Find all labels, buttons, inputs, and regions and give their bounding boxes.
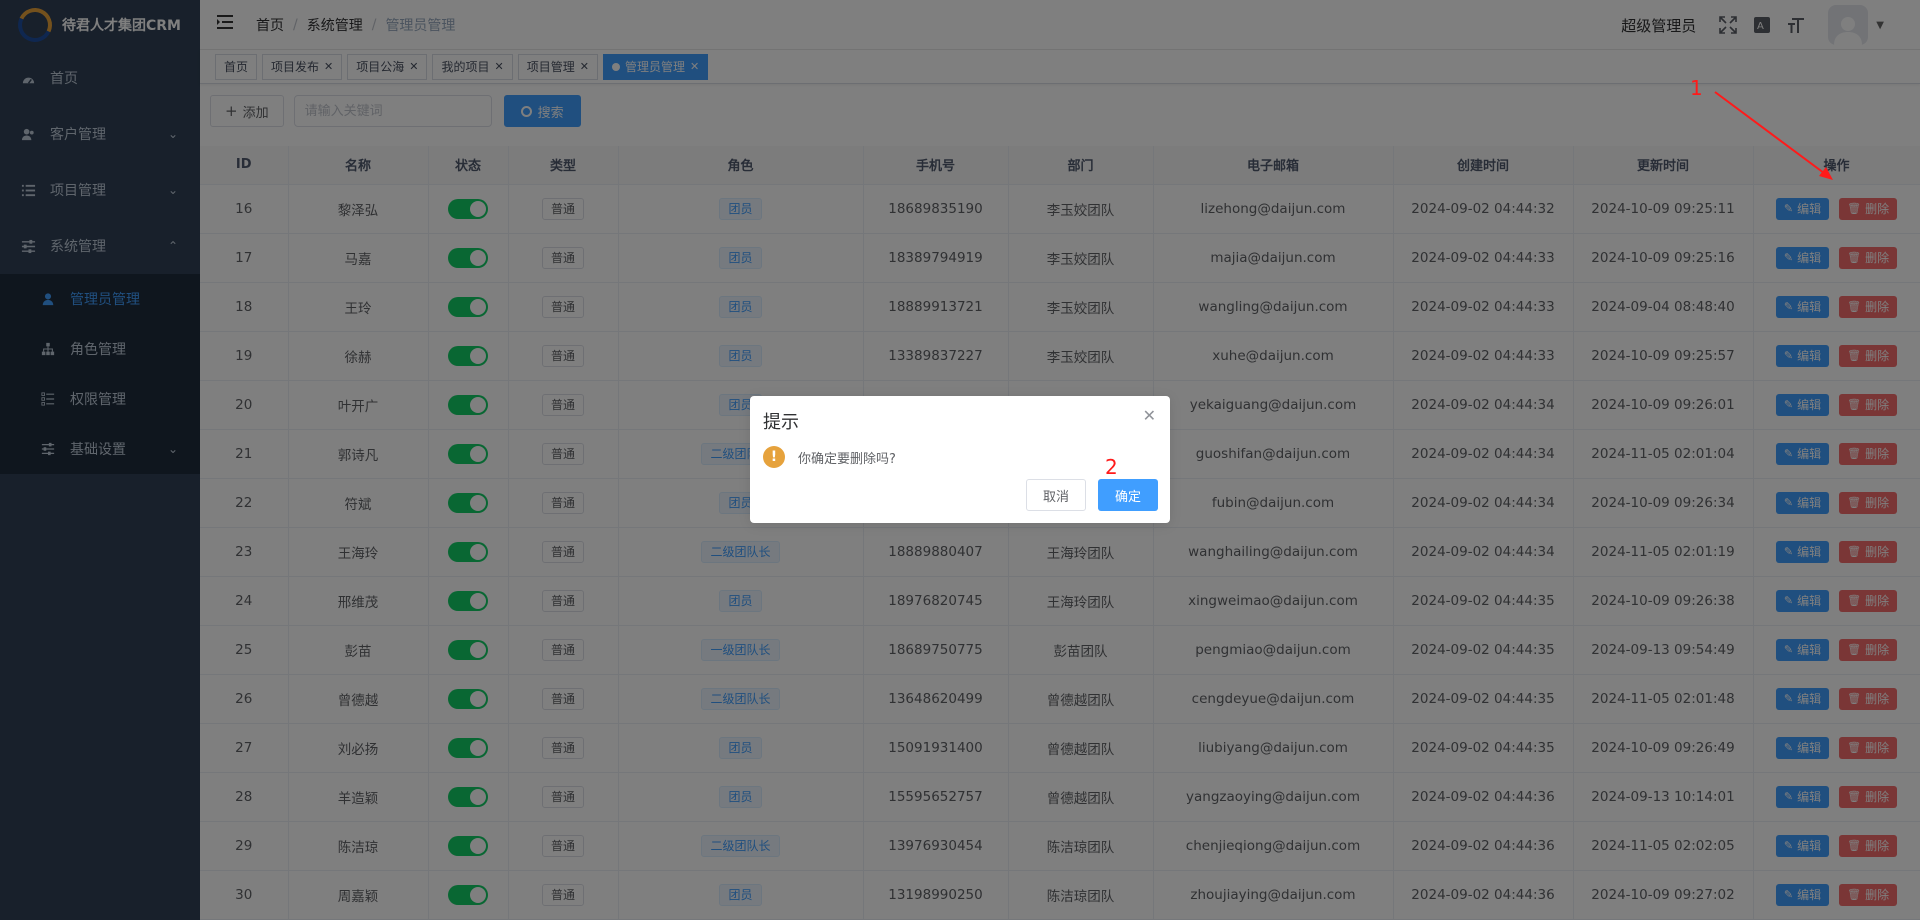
annotation-label-2: 2 [1105, 455, 1118, 479]
dialog-message: 你确定要删除吗? [798, 452, 896, 467]
close-icon[interactable]: ✕ [1143, 406, 1156, 425]
cancel-button[interactable]: 取消 [1026, 479, 1086, 511]
warning-icon: ! [763, 446, 785, 468]
annotation-arrow [1714, 91, 1833, 180]
dialog-title: 提示 [763, 412, 799, 433]
confirm-button[interactable]: 确定 [1098, 479, 1158, 511]
